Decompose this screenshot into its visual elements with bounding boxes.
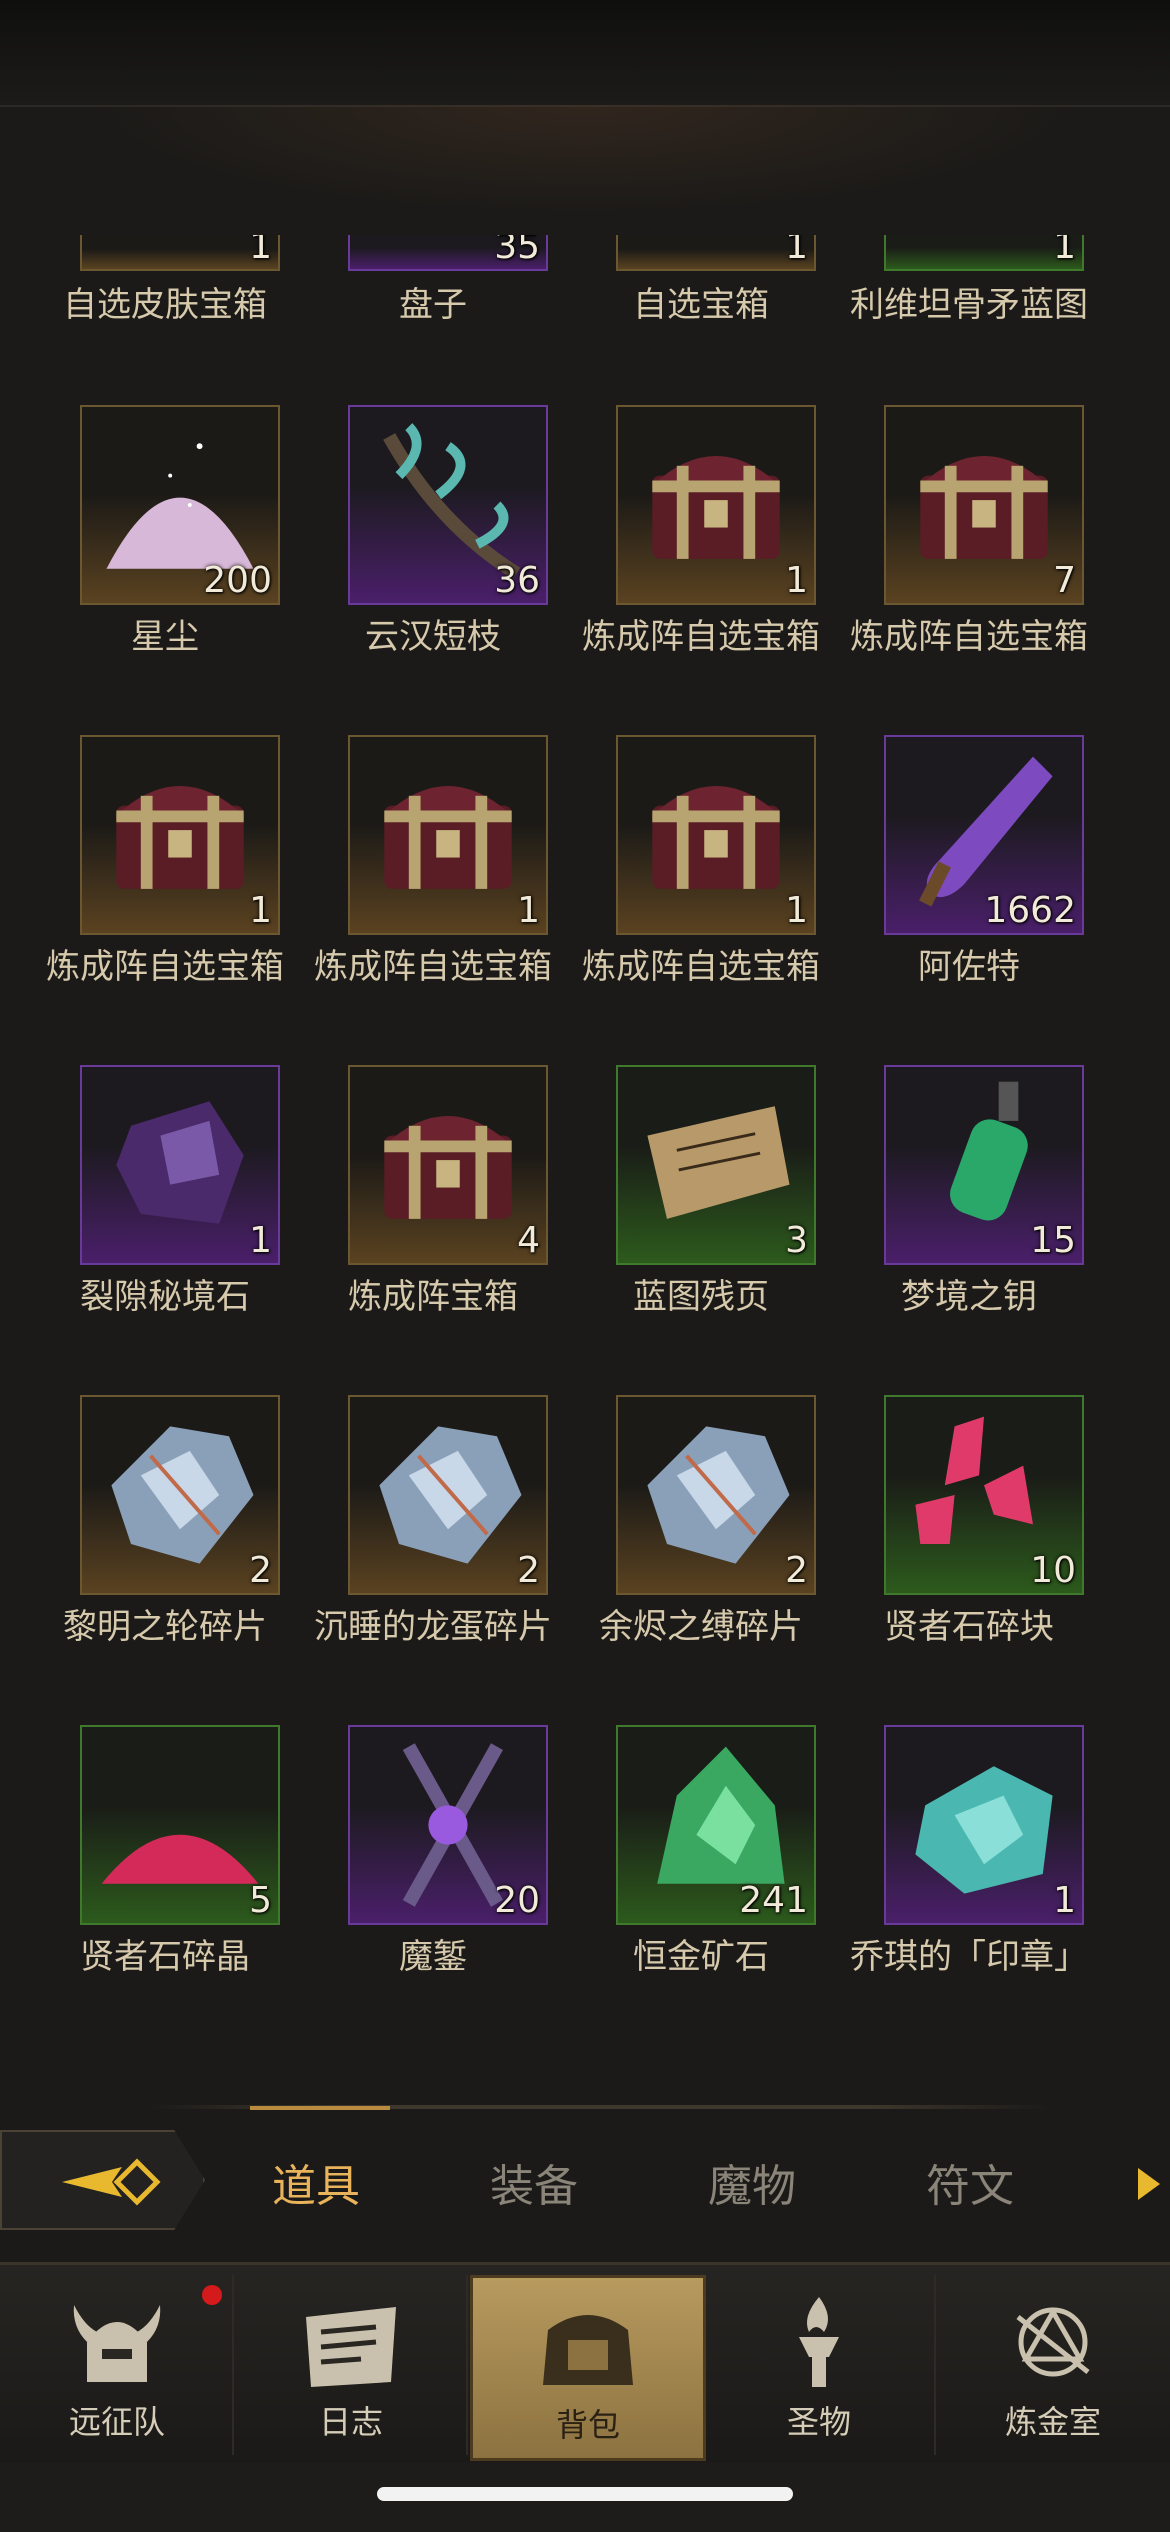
item-tile[interactable]: 2 [80,1395,280,1595]
notification-dot [202,2285,222,2305]
item-count: 35 [494,235,540,267]
tab-runes[interactable]: 符文 [926,2150,1014,2214]
nav-expedition[interactable]: 远征队 [2,2275,234,2455]
item-count: 20 [494,1880,540,1921]
category-tabs: 道具 装备 魔物 符文 [0,2120,1170,2250]
nav-label: 炼金室 [1004,2403,1101,2441]
alchemy-icon [1016,2306,1090,2377]
inventory-item[interactable]: 15 梦境之钥 [834,1065,1104,1355]
item-count: 2 [785,1550,808,1591]
item-name: 贤者石碎块 [884,1607,1054,1647]
tab-items[interactable]: 道具 [272,2150,360,2214]
nav-journal[interactable]: 日志 [236,2275,468,2455]
item-count: 2 [517,1550,540,1591]
item-tile[interactable]: 2 [616,1395,816,1595]
helmet-icon [73,2305,161,2382]
item-count: 4 [517,1220,540,1261]
item-name: 利维坦骨矛蓝图 [850,285,1088,325]
item-tile[interactable]: 2 [348,1395,548,1595]
item-name: 炼成阵自选宝箱 [850,617,1088,657]
item-tile[interactable]: 7 [884,405,1084,605]
item-tile[interactable]: 10 [884,1395,1084,1595]
item-tile[interactable]: 5 [80,1725,280,1925]
item-tile[interactable]: 20 [348,1725,548,1925]
item-count: 1 [249,890,272,931]
item-count: 1 [517,890,540,931]
item-tile[interactable]: 1662 [884,735,1084,935]
item-tile[interactable]: 1 [616,735,816,935]
item-count: 1 [249,235,272,267]
tabs-back-button[interactable] [0,2130,205,2230]
item-tile[interactable]: 1 [884,1725,1084,1925]
top-ornament [0,105,1170,235]
item-name: 阿佐特 [918,947,1020,987]
item-tile[interactable]: 1 [884,235,1084,271]
item-count: 36 [494,560,540,601]
nav-label: 背包 [555,2406,620,2444]
item-tile[interactable]: 1 [80,1065,280,1265]
arrow-diamond-icon [62,2158,161,2206]
item-name: 梦境之钥 [901,1277,1037,1317]
item-count: 1 [1053,1880,1076,1921]
item-count: 3 [785,1220,808,1261]
inventory-grid[interactable]: 1 自选皮肤宝箱 35 盘子 1 自选宝箱 1 利维坦骨矛蓝图 200 星尘 36 云汉短枝 1 炼成阵自… [0,235,1170,2095]
home-indicator[interactable] [377,2487,793,2501]
inventory-item[interactable]: 1 乔琪的「印章」 [834,1725,1104,2015]
item-count: 1662 [984,890,1076,931]
tab-equipment[interactable]: 装备 [490,2150,578,2214]
item-tile[interactable]: 1 [616,235,816,271]
inventory-item[interactable]: 10 贤者石碎块 [834,1395,1104,1685]
item-count: 200 [203,560,272,601]
bottom-navigation: 远征队 日志 背包 圣物 炼金室 [0,2262,1170,2465]
item-count: 5 [249,1880,272,1921]
item-tile[interactable]: 1 [80,735,280,935]
backpack-icon [543,2315,633,2385]
item-tile[interactable]: 35 [348,235,548,271]
item-tile[interactable]: 1 [616,405,816,605]
nav-label: 日志 [318,2403,383,2441]
item-tile[interactable]: 36 [348,405,548,605]
item-tile[interactable]: 200 [80,405,280,605]
item-count: 1 [785,890,808,931]
item-count: 2 [249,1550,272,1591]
item-tile[interactable]: 4 [348,1065,548,1265]
item-tile[interactable]: 1 [348,735,548,935]
item-tile[interactable]: 15 [884,1065,1084,1265]
nav-label: 远征队 [68,2403,165,2441]
item-count: 15 [1030,1220,1076,1261]
nav-label: 圣物 [786,2403,851,2441]
item-count: 1 [785,560,808,601]
nav-relics[interactable]: 圣物 [704,2275,936,2455]
item-name: 乔琪的「印章」 [850,1937,1088,1977]
item-count: 1 [1053,235,1076,267]
next-tab-arrow-icon[interactable] [1138,2168,1160,2200]
journal-icon [306,2307,396,2387]
nav-backpack[interactable]: 背包 [470,2275,706,2461]
item-count: 1 [785,235,808,267]
nav-alchemy[interactable]: 炼金室 [938,2275,1168,2455]
tab-monsters[interactable]: 魔物 [708,2150,796,2214]
item-tile[interactable]: 241 [616,1725,816,1925]
inventory-item[interactable]: 7 炼成阵自选宝箱 [834,405,1104,695]
inventory-item[interactable]: 1662 阿佐特 [834,735,1104,1025]
item-count: 241 [739,1880,808,1921]
torch-icon [799,2297,839,2387]
item-count: 1 [249,1220,272,1261]
item-count: 10 [1030,1550,1076,1591]
tab-active-indicator [250,2106,390,2110]
top-bar [0,0,1170,107]
item-count: 7 [1053,560,1076,601]
item-tile[interactable]: 3 [616,1065,816,1265]
item-tile[interactable]: 1 [80,235,280,271]
